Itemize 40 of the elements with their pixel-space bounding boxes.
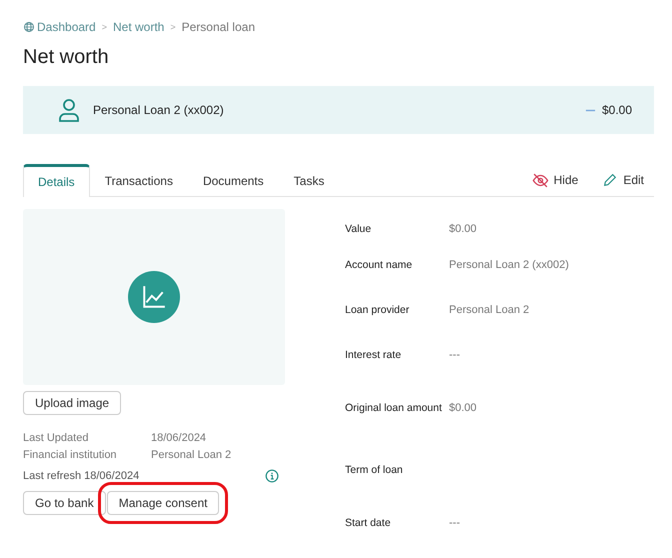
upload-image-button[interactable]: Upload image — [23, 391, 122, 415]
tab[interactable]: Details — [23, 164, 90, 197]
field-label: Interest rate — [345, 349, 402, 361]
tab[interactable]: Tasks — [278, 164, 340, 197]
eye-slash-icon — [532, 172, 549, 188]
chart-icon — [128, 271, 180, 323]
account-balance: $0.00 — [602, 103, 632, 117]
breadcrumb-link[interactable]: Dashboard — [37, 20, 96, 34]
info-label: Last Updated — [23, 432, 90, 444]
field-value: $0.00 — [449, 223, 477, 235]
info-value: 18/06/2024 — [151, 432, 208, 444]
info-label: Financial institution — [23, 449, 118, 461]
account-name: Personal Loan 2 (xx002) — [93, 103, 225, 117]
hide-button[interactable]: Hide — [518, 164, 578, 196]
info-value: Personal Loan 2 — [151, 449, 232, 461]
edit-button[interactable]: Edit — [588, 164, 644, 196]
breadcrumb-link[interactable]: Net worth — [112, 20, 164, 34]
field-value: Personal Loan 2 — [449, 304, 530, 316]
field-value: $0.00 — [449, 402, 477, 414]
field-value: Personal Loan 2 (xx002) — [449, 259, 569, 271]
info-icon — [265, 469, 279, 483]
breadcrumb-separator: > — [102, 22, 107, 32]
action-button[interactable]: Go to bank — [23, 491, 106, 515]
field-label: Start date — [345, 517, 392, 529]
tab[interactable]: Transactions — [90, 164, 188, 197]
field-value: --- — [449, 517, 460, 529]
field-label: Account name — [345, 259, 414, 271]
field-label: Loan provider — [345, 304, 410, 316]
pencil-icon — [602, 172, 618, 188]
field-label: Original loan amount — [345, 402, 443, 414]
person-icon — [57, 98, 81, 122]
breadcrumb-separator: > — [170, 22, 176, 32]
last-refresh: Last refresh 18/06/2024 — [23, 470, 140, 482]
field-label: Term of loan — [345, 464, 404, 476]
breadcrumb-current: Personal loan — [182, 20, 255, 34]
globe-icon — [23, 21, 35, 33]
field-value: --- — [449, 349, 460, 361]
tab[interactable]: Documents — [188, 164, 279, 197]
page-title: Net worth — [23, 46, 110, 69]
field-label: Value — [345, 223, 372, 235]
